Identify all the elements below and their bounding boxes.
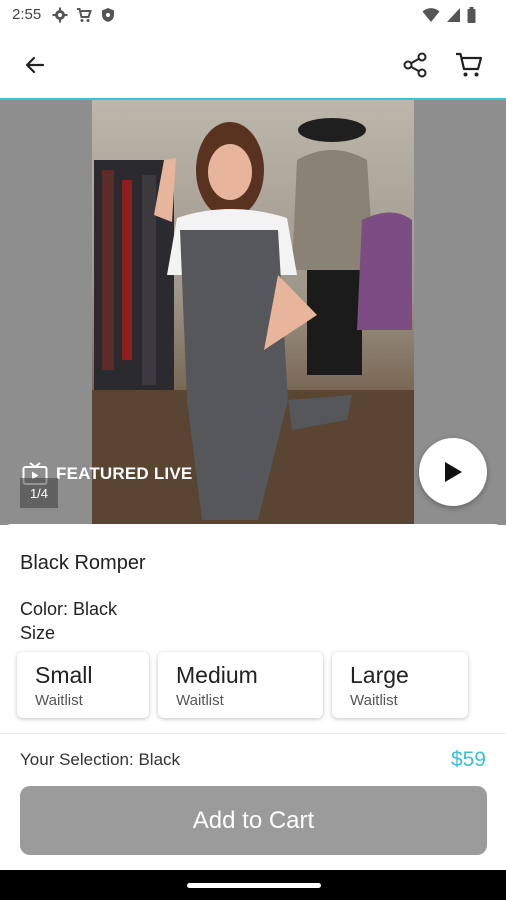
back-button[interactable]: [15, 45, 55, 85]
status-time: 2:55: [12, 6, 42, 23]
product-options-sheet: Black Romper Color: Black Size Small Wai…: [0, 524, 506, 870]
color-label: Color: Black: [20, 599, 118, 619]
product-name: Black Romper: [20, 552, 146, 574]
cart-icon: [77, 8, 92, 22]
size-option-name: Large: [350, 662, 409, 688]
play-icon: [445, 462, 462, 482]
cart-icon: [456, 52, 483, 77]
status-right-icons: [422, 7, 476, 23]
home-gesture-handle[interactable]: [187, 883, 321, 888]
divider: [0, 733, 506, 734]
cart-button[interactable]: [449, 45, 489, 85]
play-button[interactable]: [419, 438, 487, 506]
app-bar: [0, 32, 506, 98]
battery-icon: [467, 7, 476, 23]
status-left-icons: [52, 7, 116, 23]
add-to-cart-button[interactable]: Add to Cart: [20, 786, 487, 855]
size-option-name: Medium: [176, 662, 258, 688]
cellular-signal-icon: [447, 8, 460, 22]
size-option-small[interactable]: Small Waitlist: [17, 652, 149, 718]
wifi-icon: [422, 8, 440, 22]
featured-live-label: FEATURED LIVE: [56, 464, 193, 483]
gear-icon: [52, 7, 68, 23]
share-button[interactable]: [395, 45, 435, 85]
system-nav-bar: [0, 870, 506, 900]
media-page-counter: 1/4: [20, 478, 58, 508]
shield-icon: [102, 8, 114, 22]
size-option-medium[interactable]: Medium Waitlist: [158, 652, 323, 718]
size-option-status: Waitlist: [350, 692, 398, 709]
size-option-large[interactable]: Large Waitlist: [332, 652, 468, 718]
size-option-status: Waitlist: [35, 692, 83, 709]
size-label: Size: [20, 623, 56, 643]
size-option-status: Waitlist: [176, 692, 224, 709]
product-media[interactable]: FEATURED LIVE 1/4: [0, 100, 506, 525]
size-option-name: Small: [35, 662, 93, 688]
product-price: $59: [450, 748, 486, 771]
share-icon: [403, 52, 427, 78]
status-bar: 2:55: [0, 0, 506, 32]
selection-summary: Your Selection: Black: [20, 750, 181, 769]
arrow-left-icon: [25, 56, 45, 74]
